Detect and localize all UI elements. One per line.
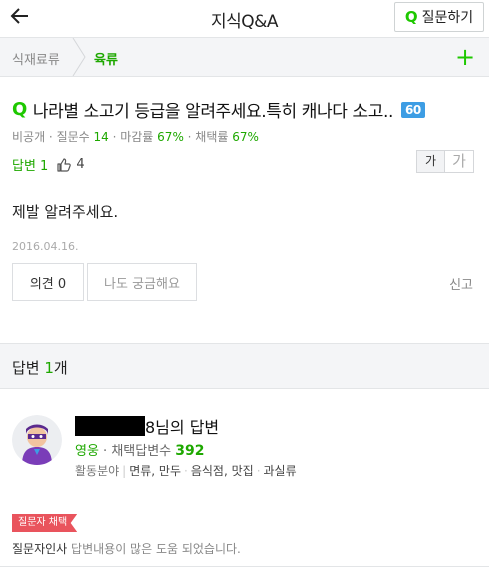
answerer-stats: 영웅 · 채택답변수 392 xyxy=(75,440,205,459)
question-title-text: 나라별 소고기 등급을 알려주세요.특히 캐나다 소고.. xyxy=(32,102,393,122)
field-item: 과실류 xyxy=(263,464,297,478)
adopt-rate: 67% xyxy=(232,130,259,144)
answers-section-header: 답변 1개 xyxy=(0,343,489,389)
answerer-grade: 영웅 xyxy=(75,444,99,459)
field-label: 활동분야 xyxy=(75,464,120,478)
questioner-thanks: 질문자인사 답변내용이 많은 도움 되었습니다. xyxy=(12,540,241,557)
field-dot: · xyxy=(184,464,188,478)
breadcrumb-subcategory[interactable]: 육류 xyxy=(94,49,118,68)
question-count: 14 xyxy=(93,130,109,144)
report-link[interactable]: 신고 xyxy=(449,274,473,293)
field-item: 음식점, 맛집 xyxy=(190,464,254,478)
question-meta: 비공개 · 질문수 14 · 마감률 67% · 채택률 67% xyxy=(12,128,259,145)
answerer-name: 8님의 답변 xyxy=(75,414,219,438)
redacted-username xyxy=(75,416,145,436)
field-item: 면류, 만두 xyxy=(129,464,182,478)
answers-header-suffix: 개 xyxy=(53,359,68,377)
divider xyxy=(0,566,489,567)
thanks-label: 질문자인사 xyxy=(12,542,68,556)
thumbs-up-icon xyxy=(57,157,72,172)
font-large-button[interactable]: 가 xyxy=(445,150,474,173)
me-too-curious-button[interactable]: 나도 궁금해요 xyxy=(87,263,197,301)
adopted-label: · 채택답변수 xyxy=(98,444,176,459)
answerer-fields: 활동분야 | 면류, 만두 · 음식점, 맛집 · 과실류 xyxy=(75,462,297,479)
score-badge: 60 xyxy=(400,101,425,118)
thanks-message: 답변내용이 많은 도움 되었습니다. xyxy=(71,542,241,556)
add-category-button[interactable]: + xyxy=(451,42,479,72)
avatar[interactable] xyxy=(12,415,62,465)
answers-header-prefix: 답변 xyxy=(12,359,45,377)
question-q-icon: Q xyxy=(12,99,27,120)
top-header: 지식Q&A Q 질문하기 xyxy=(0,0,489,36)
adopted-badge: 질문자 채택 xyxy=(12,514,78,532)
deadline-rate: 67% xyxy=(157,130,184,144)
breadcrumb: 식재료류 육류 + xyxy=(0,37,489,77)
like-button[interactable]: 4 xyxy=(56,157,85,173)
answer-count-link[interactable]: 답변 1 xyxy=(12,155,48,174)
field-dot: · xyxy=(256,464,261,478)
font-small-button[interactable]: 가 xyxy=(416,150,445,173)
question-stats: 답변 1 4 xyxy=(12,155,85,174)
answers-header-title: 답변 1개 xyxy=(12,357,68,378)
meta-prefix: 비공개 · 질문수 xyxy=(12,130,94,144)
breadcrumb-category[interactable]: 식재료류 xyxy=(12,49,60,68)
ask-question-label: 질문하기 xyxy=(421,10,474,26)
question-title: Q 나라별 소고기 등급을 알려주세요.특히 캐나다 소고.. 60 xyxy=(12,97,425,122)
like-count: 4 xyxy=(76,157,85,172)
field-divider: | xyxy=(122,464,127,478)
ask-question-button[interactable]: Q 질문하기 xyxy=(394,2,484,32)
opinion-button[interactable]: 의견 0 xyxy=(12,263,84,301)
font-size-control: 가 가 xyxy=(416,150,474,173)
q-icon: Q xyxy=(404,8,418,26)
answers-count: 1 xyxy=(44,359,54,377)
answerer-title: 8님의 답변 xyxy=(145,418,220,437)
adopted-count: 392 xyxy=(175,443,205,459)
chevron-right-icon xyxy=(72,38,86,76)
deadline-label: · 마감률 xyxy=(108,130,158,144)
adopt-label: · 채택률 xyxy=(183,130,233,144)
question-body: 제발 알려주세요. xyxy=(12,203,119,221)
question-date: 2016.04.16. xyxy=(12,240,79,253)
